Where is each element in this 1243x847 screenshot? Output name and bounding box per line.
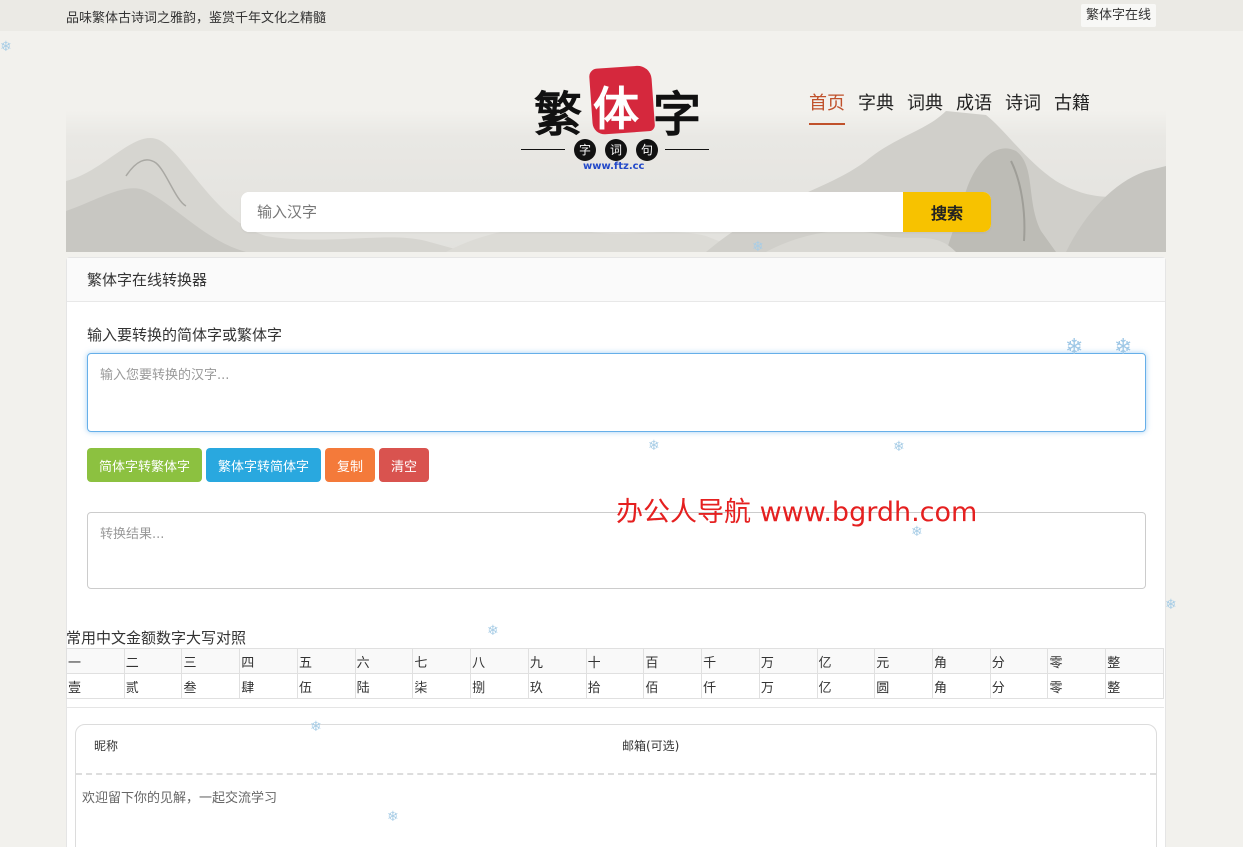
nav-item-word-dictionary[interactable]: 词典 [907,89,943,125]
table-cell: 拾 [585,673,645,699]
main-nav: 首页 字典 词典 成语 诗词 古籍 [809,89,1090,125]
table-cell: 元 [874,648,934,674]
table-cell: 十 [585,648,645,674]
search-input[interactable] [241,192,903,232]
table-cell: 伍 [296,673,356,699]
logo-char-1: 繁 [534,87,583,143]
top-bar: 品味繁体古诗词之雅韵，鉴赏千年文化之精髓 繁体字在线 [0,0,1243,31]
snowflake-icon: ❄ [911,524,923,540]
logo-sub-1: 字 [574,139,596,161]
snowflake-icon: ❄ [1065,335,1084,360]
table-cell: 万 [758,673,818,699]
email-field[interactable]: 邮箱(可选) [622,737,679,754]
table-cell: 零 [1047,673,1107,699]
logo-sub-2: 词 [605,139,627,161]
table-cell: 肆 [239,673,298,699]
nav-item-home[interactable]: 首页 [809,89,845,125]
table-cell: 亿 [816,673,876,699]
table-cell: 角 [932,673,991,699]
table-cell: 分 [989,673,1049,699]
nickname-field[interactable]: 昵称 [94,737,118,754]
snowflake-icon: ❄ [752,239,764,255]
nav-item-idioms[interactable]: 成语 [956,89,992,125]
traditional-to-simplified-button[interactable]: 繁体字转简体字 [206,448,322,482]
table-cell: 佰 [643,673,703,699]
simplified-to-traditional-button[interactable]: 简体字转繁体字 [87,448,203,482]
table-cell: 四 [239,648,298,674]
watermark-text: 办公人导航 www.bgrdh.com [616,497,978,528]
converter-title: 繁体字在线转换器 [67,258,1165,302]
table-cell: 八 [470,648,529,674]
site-name-link[interactable]: 繁体字在线 [1080,4,1156,27]
table-cell: 玖 [527,673,587,699]
table-cell: 一 [66,648,125,674]
table-cell: 壹 [66,673,125,699]
money-table-title: 常用中文金额数字大写对照 [66,629,247,647]
table-cell: 圆 [874,673,934,699]
table-cell: 亿 [816,648,876,674]
logo-char-2: 体 [593,82,639,136]
clear-button[interactable]: 清空 [379,448,430,482]
table-cell: 千 [701,648,760,674]
converter-input-label: 输入要转换的简体字或繁体字 [87,326,283,344]
search-bar: 搜索 [241,192,991,232]
snowflake-icon: ❄ [387,809,399,825]
comment-form: 昵称 邮箱(可选) [75,724,1157,847]
table-cell: 整 [1105,673,1164,699]
converter-input[interactable] [87,353,1146,432]
table-cell: 百 [643,648,703,674]
logo-url: www.ftz.cc [583,161,645,172]
logo-char-3: 字 [653,87,702,143]
table-cell: 陆 [354,673,414,699]
copy-button[interactable]: 复制 [325,448,376,482]
snowflake-icon: ❄ [310,719,322,735]
table-cell: 七 [412,648,472,674]
table-cell: 分 [989,648,1049,674]
table-cell: 六 [354,648,414,674]
table-cell: 仟 [701,673,760,699]
table-row: 一二三四五六七八九十百千万亿元角分零整 [66,648,1164,674]
nav-item-poetry[interactable]: 诗词 [1005,89,1041,125]
snowflake-icon: ❄ [0,39,12,55]
snowflake-icon: ❄ [648,438,660,454]
table-cell: 叁 [181,673,241,699]
section-divider [67,707,1164,708]
table-cell: 三 [181,648,241,674]
snowflake-icon: ❄ [1114,335,1133,360]
site-slogan: 品味繁体古诗词之雅韵，鉴赏千年文化之精髓 [66,11,327,26]
table-cell: 九 [527,648,587,674]
table-cell: 五 [296,648,356,674]
table-cell: 贰 [123,673,183,699]
table-cell: 整 [1105,648,1164,674]
comment-divider [76,773,1156,775]
logo-rule-left [521,149,565,150]
money-table: 一二三四五六七八九十百千万亿元角分零整 壹贰叁肆伍陆柒捌玖拾佰仟万亿圆角分零整 [66,648,1164,699]
snowflake-icon: ❄ [1165,597,1177,613]
table-cell: 二 [123,648,183,674]
table-cell: 万 [758,648,818,674]
comment-input[interactable] [82,787,1150,847]
nav-item-dictionary[interactable]: 字典 [858,89,894,125]
table-row: 壹贰叁肆伍陆柒捌玖拾佰仟万亿圆角分零整 [66,673,1164,699]
table-cell: 柒 [412,673,472,699]
snowflake-icon: ❄ [893,439,905,455]
snowflake-icon: ❄ [487,623,499,639]
table-cell: 零 [1047,648,1107,674]
converter-buttons: 简体字转繁体字 繁体字转简体字 复制 清空 [87,448,430,482]
nav-item-classics[interactable]: 古籍 [1054,89,1090,125]
table-cell: 捌 [470,673,529,699]
search-button[interactable]: 搜索 [903,192,991,232]
table-cell: 角 [932,648,991,674]
site-logo[interactable]: 繁 体 字 字 词 句 www.ftz.cc [521,64,711,175]
logo-rule-right [665,149,709,150]
logo-sub-3: 句 [636,139,658,161]
